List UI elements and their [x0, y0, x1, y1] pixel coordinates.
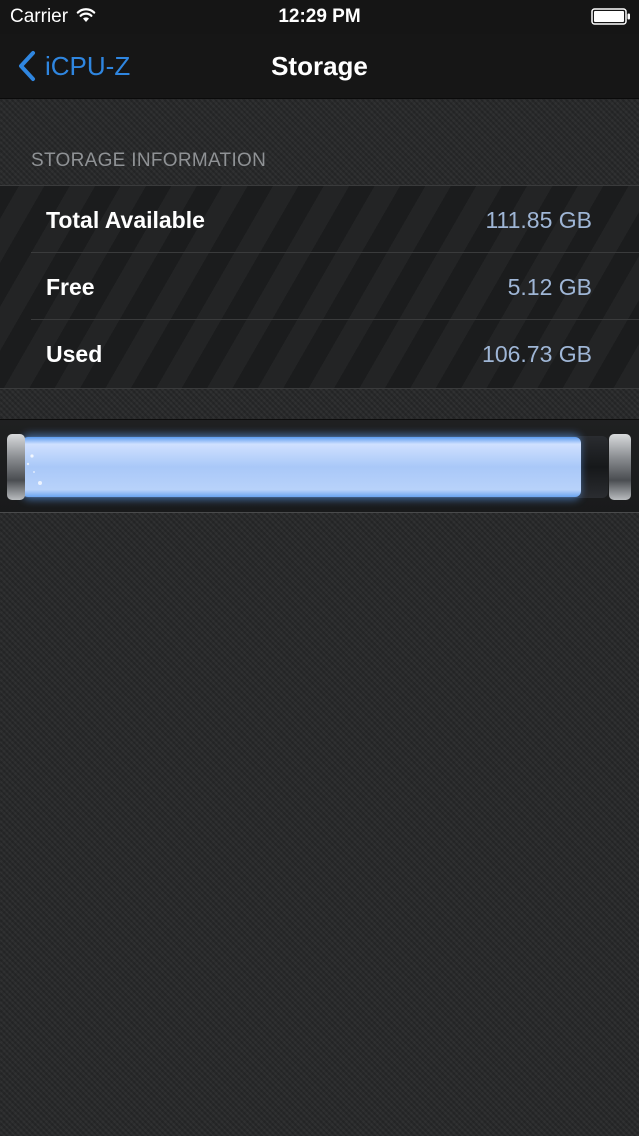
storage-info-table: Total Available 111.85 GB Free 5.12 GB U…: [0, 185, 639, 389]
row-value: 111.85 GB: [485, 207, 592, 233]
row-value: 106.73 GB: [482, 341, 592, 367]
bubble: [30, 454, 34, 458]
storage-used-fill: [22, 437, 581, 497]
section-header-storage-information: STORAGE INFORMATION: [31, 150, 267, 171]
row-value: 5.12 GB: [507, 274, 592, 300]
bubble: [38, 481, 42, 485]
battery-icon: [591, 8, 630, 25]
tube-left-cap: [7, 434, 25, 500]
navigation-bar: iCPU-Z Storage: [0, 34, 639, 99]
row-free: Free 5.12 GB: [0, 253, 639, 320]
row-label: Total Available: [46, 207, 205, 233]
row-used: Used 106.73 GB: [0, 320, 639, 387]
bubble: [26, 462, 30, 466]
storage-tube-graphic: [7, 434, 631, 500]
row-total-available: Total Available 111.85 GB: [0, 186, 639, 253]
status-time: 12:29 PM: [278, 6, 361, 27]
bubble: [33, 471, 35, 473]
tube-right-cap: [609, 434, 631, 500]
page-title: Storage: [271, 51, 368, 81]
row-label: Used: [46, 341, 103, 367]
status-bar: Carrier 12:29 PM: [0, 0, 639, 34]
row-label: Free: [46, 274, 95, 300]
storage-usage-bar: [0, 419, 639, 513]
